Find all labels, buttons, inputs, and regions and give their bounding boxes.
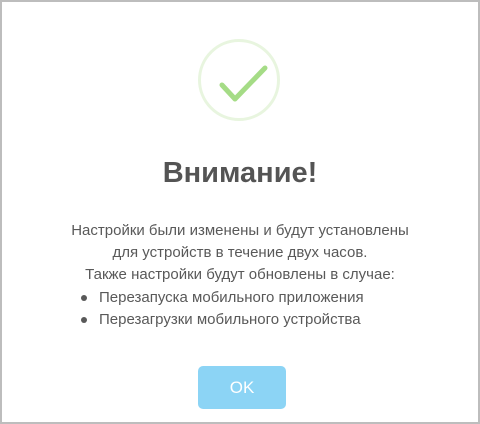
list-item-text: Перезагрузки мобильного устройства (99, 311, 361, 328)
message-line: для устройств в течение двух часов. (112, 244, 368, 261)
checkmark-icon (219, 65, 268, 102)
dialog-message: Настройки были изменены и будут установл… (2, 220, 478, 286)
bullet-icon (81, 295, 87, 301)
list-item-text: Перезапуска мобильного приложения (99, 289, 364, 306)
list-item: Перезагрузки мобильного устройства (79, 309, 364, 331)
success-icon-circle (198, 39, 280, 121)
dialog-title: Внимание! (162, 157, 318, 189)
message-line: Также настройки будут обновлены в случае… (85, 266, 395, 283)
message-line: Настройки были изменены и будут установл… (71, 222, 409, 239)
bullet-icon (81, 317, 87, 323)
list-item: Перезапуска мобильного приложения (79, 287, 364, 309)
ok-button[interactable]: OK (198, 366, 286, 409)
alert-dialog: Внимание! Настройки были изменены и буду… (0, 0, 480, 424)
condition-list: Перезапуска мобильного приложения Переза… (79, 287, 364, 331)
